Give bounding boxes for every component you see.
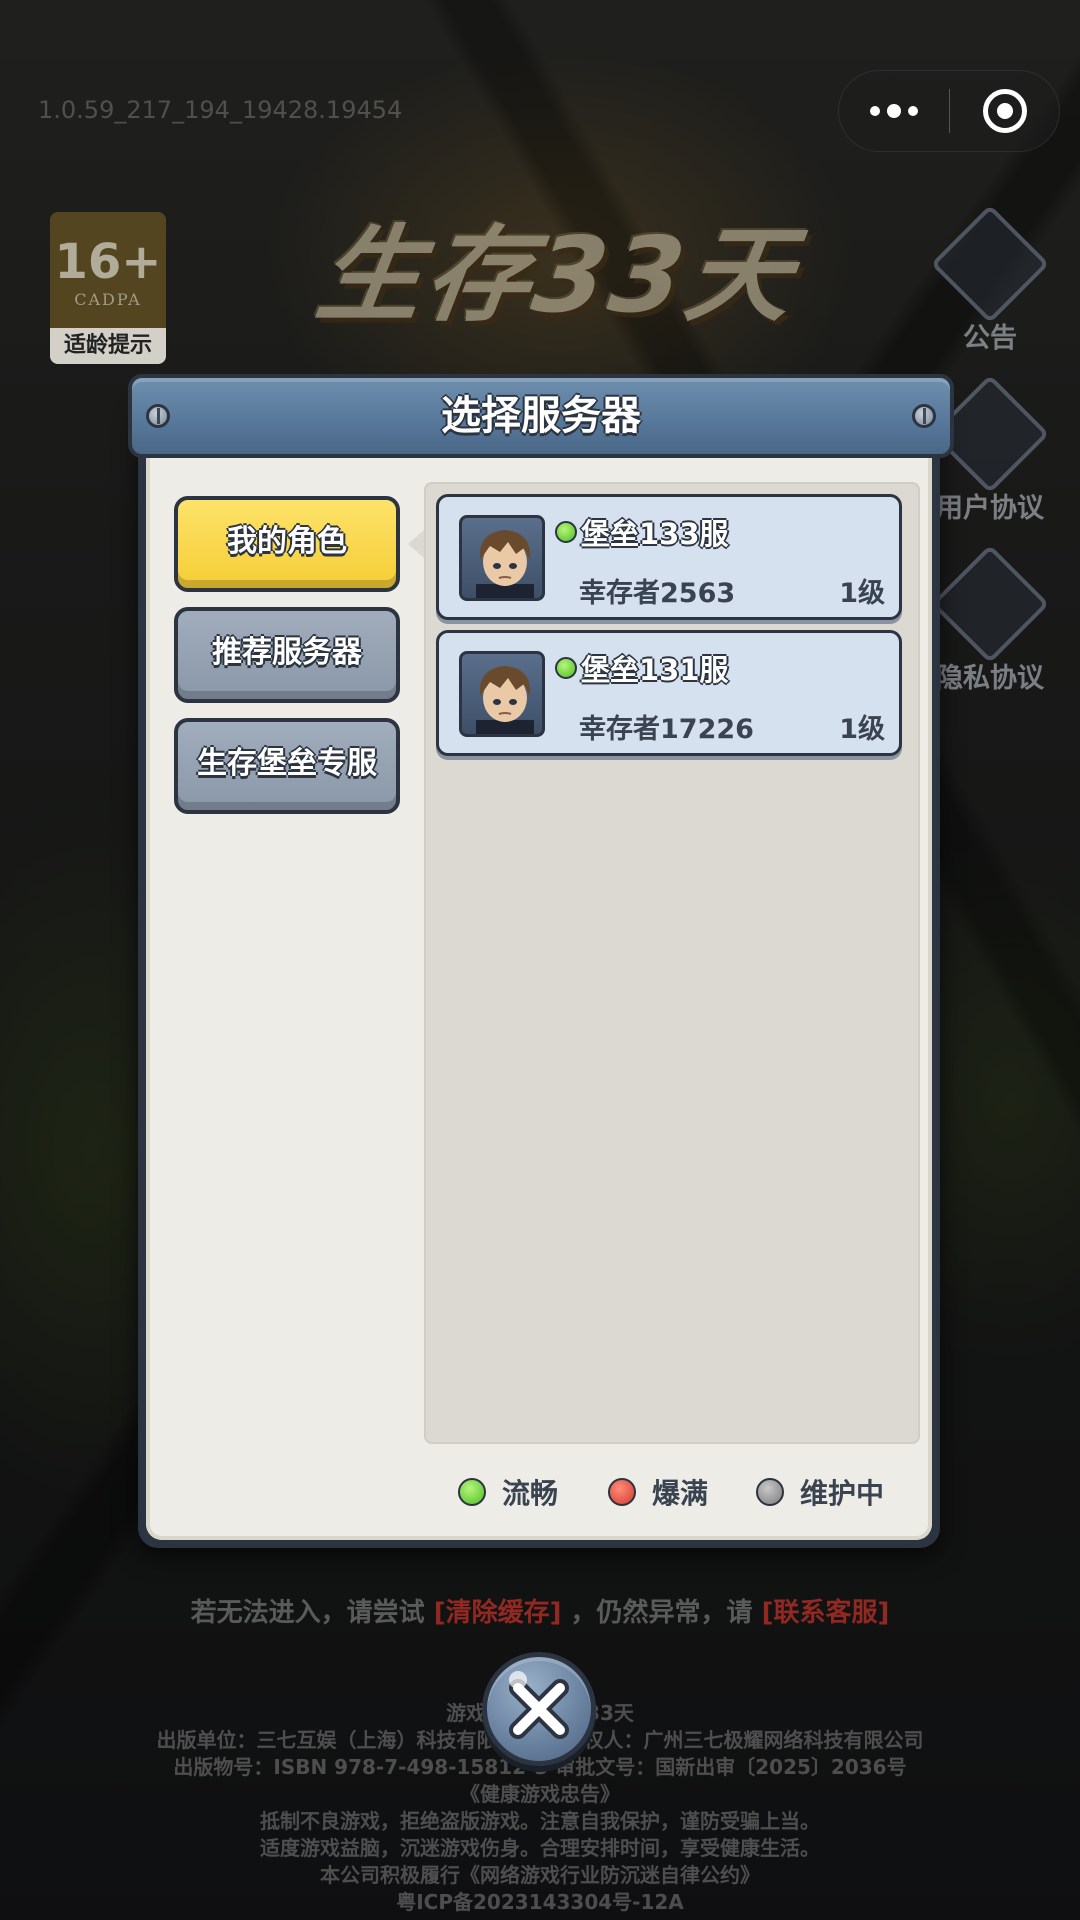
close-dialog-button[interactable] bbox=[482, 1652, 596, 1766]
maintenance-status-icon bbox=[756, 1478, 784, 1506]
legend-label: 流畅 bbox=[502, 1477, 559, 1510]
button-shine bbox=[509, 1671, 527, 1689]
server-name: 堡垒131服 bbox=[581, 653, 729, 687]
legend-label: 爆满 bbox=[652, 1477, 709, 1510]
notice-button[interactable]: 公告 bbox=[920, 204, 1060, 355]
dialog-header: 选择服务器 bbox=[128, 374, 954, 458]
footer-line: 粤ICP备2023143304号-12A bbox=[396, 1890, 684, 1914]
player-level: 1级 bbox=[839, 714, 885, 745]
server-card[interactable]: 堡垒131服 幸存者17226 1级 bbox=[436, 630, 902, 756]
game-logo: 生存33天 bbox=[310, 214, 804, 336]
clear-cache-link[interactable]: [清除缓存] bbox=[434, 1598, 562, 1628]
character-avatar bbox=[459, 651, 545, 737]
character-avatar bbox=[459, 515, 545, 601]
miniprogram-capsule bbox=[838, 70, 1060, 152]
legend-full: 爆满 bbox=[608, 1472, 708, 1512]
footer-line: 适度游戏益脑，沉迷游戏伤身。合理安排时间，享受健康生活。 bbox=[260, 1836, 820, 1860]
server-status-dot bbox=[555, 657, 577, 679]
server-status-dot bbox=[555, 521, 577, 543]
player-name: 幸存者2563 bbox=[579, 578, 736, 609]
dialog-title: 选择服务器 bbox=[441, 393, 641, 439]
hint-middle: ，仍然异常，请 bbox=[570, 1598, 753, 1628]
footer-line: 《健康游戏忠告》 bbox=[460, 1782, 620, 1806]
privacy-button[interactable]: 隐私协议 bbox=[920, 544, 1060, 695]
player-name: 幸存者17226 bbox=[579, 714, 754, 745]
footer-line: 本公司积极履行《网络游戏行业防沉迷自律公约》 bbox=[320, 1863, 760, 1887]
login-hint: 若无法进入，请尝试 [清除缓存] ，仍然异常，请 [联系客服] bbox=[0, 1592, 1080, 1629]
age-rating-org: CADPA bbox=[74, 290, 142, 309]
full-status-icon bbox=[608, 1478, 636, 1506]
list-pointer bbox=[408, 530, 424, 558]
server-name: 堡垒133服 bbox=[581, 517, 729, 551]
player-level: 1级 bbox=[839, 578, 885, 609]
user-agreement-label: 用户协议 bbox=[936, 493, 1044, 524]
tab-my-characters[interactable]: 我的角色 bbox=[174, 496, 400, 592]
hint-prefix: 若无法进入，请尝试 bbox=[190, 1598, 425, 1628]
legend-maintenance: 维护中 bbox=[756, 1472, 884, 1512]
age-rating-tip: 适龄提示 bbox=[50, 328, 166, 364]
version-text: 1.0.59_217_194_19428.19454 bbox=[38, 96, 403, 124]
contact-support-link[interactable]: [联系客服] bbox=[762, 1598, 890, 1628]
rivet-right-icon bbox=[912, 404, 936, 428]
tab-fortress-servers[interactable]: 生存堡垒专服 bbox=[174, 718, 400, 814]
legend-smooth: 流畅 bbox=[458, 1472, 558, 1512]
more-menu-icon[interactable] bbox=[839, 71, 949, 151]
age-rating-number: 16+ bbox=[54, 234, 162, 290]
age-rating-badge[interactable]: 16+ CADPA 适龄提示 bbox=[50, 212, 166, 364]
smooth-status-icon bbox=[458, 1478, 486, 1506]
notice-icon bbox=[930, 204, 1050, 324]
legend-label: 维护中 bbox=[800, 1477, 885, 1510]
tab-recommended-servers[interactable]: 推荐服务器 bbox=[174, 607, 400, 703]
server-card[interactable]: 堡垒133服 幸存者2563 1级 bbox=[436, 494, 902, 620]
privacy-label: 隐私协议 bbox=[936, 663, 1044, 694]
notice-label: 公告 bbox=[963, 323, 1017, 354]
server-list-panel bbox=[424, 482, 920, 1444]
privacy-icon bbox=[930, 544, 1050, 664]
footer-line: 抵制不良游戏，拒绝盗版游戏。注意自我保护，谨防受骗上当。 bbox=[260, 1809, 820, 1833]
close-miniprogram-icon[interactable] bbox=[950, 71, 1059, 151]
